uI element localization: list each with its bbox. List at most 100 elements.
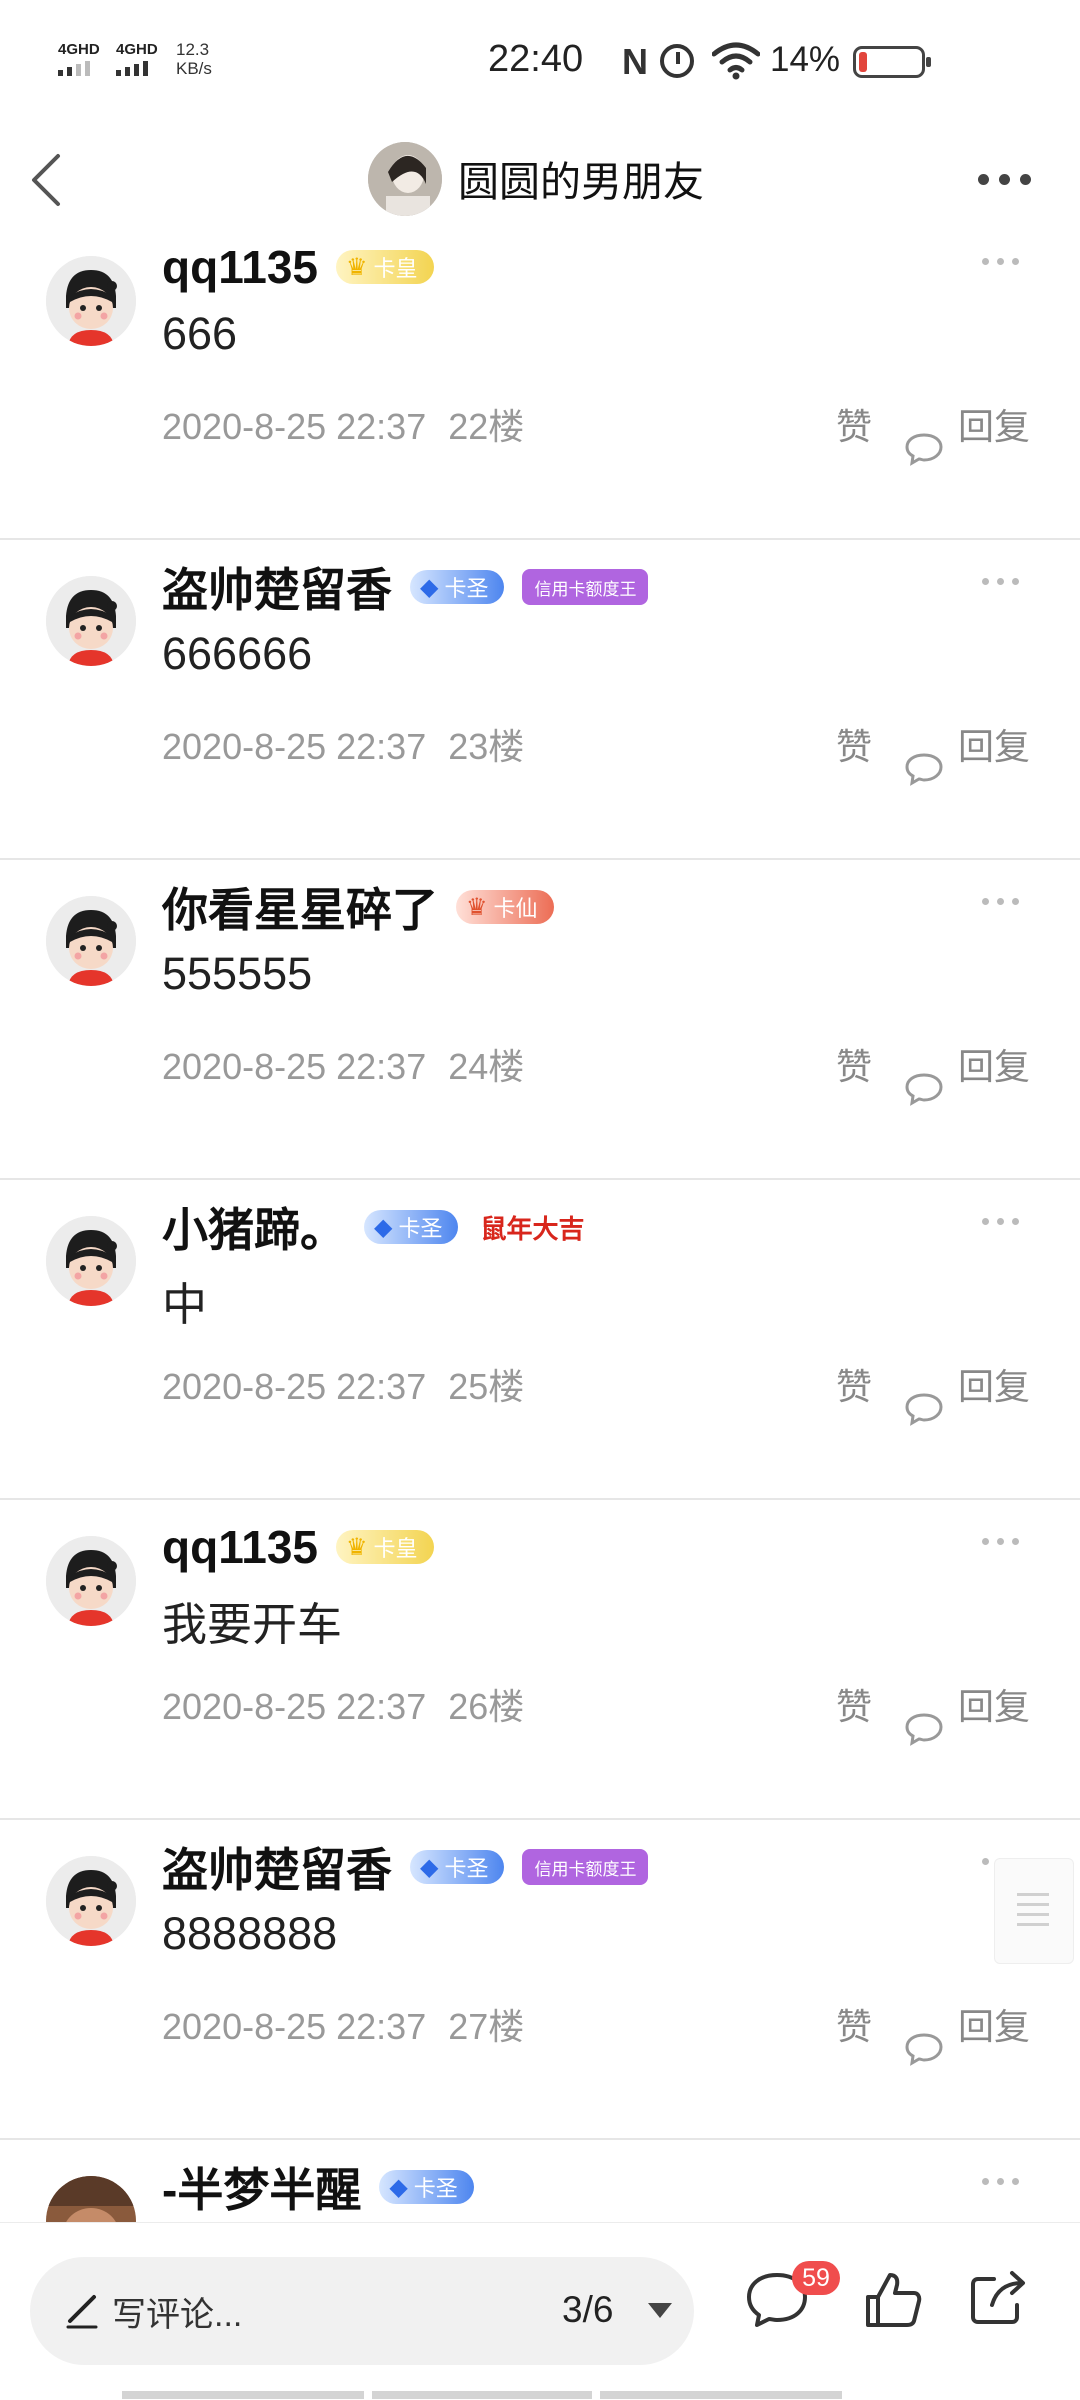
reply-button[interactable]: 回复: [958, 1678, 1030, 1730]
badge-label: 卡圣: [444, 1856, 489, 1881]
badge-label: 卡皇: [373, 256, 418, 281]
badge-label: 信用卡额度王: [534, 579, 637, 599]
badge-label: 鼠年大吉: [480, 1213, 585, 1244]
like-button[interactable]: 赞: [836, 718, 872, 770]
scroll-handle[interactable]: [994, 1858, 1074, 1964]
reply-button[interactable]: 回复: [958, 1358, 1030, 1410]
reply-bubble-icon[interactable]: [904, 1712, 944, 1746]
avatar[interactable]: [46, 896, 136, 986]
like-button[interactable]: 赞: [836, 1358, 872, 1410]
avatar[interactable]: [46, 256, 136, 346]
more-dots-icon[interactable]: [982, 1538, 1020, 1546]
like-button[interactable]: 赞: [836, 1678, 872, 1730]
badge-icon: ♛: [466, 893, 488, 921]
comment-header: 盗帅楚留香 ◆ 卡圣 信用卡额度王: [162, 1832, 649, 1902]
signal-label: 4GHD: [58, 41, 100, 58]
reply-button[interactable]: 回复: [958, 718, 1030, 770]
comment-input[interactable]: 写评论... 3/6: [30, 2257, 694, 2365]
comment-item[interactable]: qq1135 ♛ 卡皇 666 2020-8-25 22:37 22楼 赞 回复: [0, 230, 1080, 540]
comment-date: 2020-8-25 22:37: [162, 1686, 427, 1727]
reply-button[interactable]: 回复: [958, 1998, 1030, 2050]
comment-item[interactable]: 盗帅楚留香 ◆ 卡圣 信用卡额度王 8888888 2020-8-25 22:37 …: [0, 1820, 1080, 2140]
like-button[interactable]: 赞: [836, 1038, 872, 1090]
comment-item[interactable]: qq1135 ♛ 卡皇 我要开车 2020-8-25 22:37 26楼 赞 回复: [0, 1500, 1080, 1820]
share-icon[interactable]: [968, 2269, 1028, 2327]
reply-button[interactable]: 回复: [958, 398, 1030, 450]
more-dots-icon[interactable]: [982, 578, 1020, 586]
reply-bubble-icon[interactable]: [904, 1072, 944, 1106]
floor-number: 26楼: [448, 1686, 525, 1727]
avatar[interactable]: [46, 1856, 136, 1946]
network-speed-unit: KB/s: [176, 59, 212, 78]
like-button[interactable]: 赞: [836, 1998, 872, 2050]
username[interactable]: qq1135: [162, 240, 318, 294]
comment-header: -半梦半醒 ◆ 卡圣: [162, 2152, 474, 2222]
avatar[interactable]: [46, 1216, 136, 1306]
comment-meta: 2020-8-25 22:37 22楼: [162, 398, 524, 450]
comment-list: qq1135 ♛ 卡皇 666 2020-8-25 22:37 22楼 赞 回复 …: [0, 230, 1080, 2230]
thumbs-up-icon[interactable]: [862, 2269, 924, 2331]
user-badge: ◆ 卡圣: [410, 1850, 505, 1884]
reply-bubble-icon[interactable]: [904, 1392, 944, 1426]
comment-text: 中: [162, 1279, 208, 1330]
comment-text: 666: [162, 308, 238, 359]
wifi-icon: [712, 42, 760, 80]
comment-count-badge: 59: [792, 2261, 840, 2295]
comment-date: 2020-8-25 22:37: [162, 1046, 427, 1087]
badge-icon: ♛: [346, 1533, 368, 1561]
signal-sim2: 4GHD: [116, 42, 158, 76]
badge-label: 卡仙: [493, 896, 538, 921]
comment-date: 2020-8-25 22:37: [162, 726, 427, 767]
reply-bubble-icon[interactable]: [904, 752, 944, 786]
comment-item[interactable]: -半梦半醒 ◆ 卡圣: [0, 2140, 1080, 2230]
floor-number: 27楼: [448, 2006, 525, 2047]
chevron-left-icon[interactable]: [22, 150, 72, 210]
comment-text: 我要开车: [162, 1599, 343, 1650]
author-avatar[interactable]: [368, 142, 442, 216]
username[interactable]: -半梦半醒: [162, 2154, 361, 2220]
comment-date: 2020-8-25 22:37: [162, 1366, 427, 1407]
more-dots-icon[interactable]: [982, 258, 1020, 266]
user-badge: ♛ 卡仙: [456, 890, 554, 924]
user-badge: 信用卡额度王: [522, 1849, 649, 1885]
username[interactable]: 盗帅楚留香: [162, 554, 392, 620]
caret-down-icon[interactable]: [648, 2303, 672, 2318]
comment-placeholder: 写评论...: [112, 2296, 243, 2334]
badge-icon: ◆: [420, 573, 439, 601]
comment-date: 2020-8-25 22:37: [162, 406, 427, 447]
comment-item[interactable]: 你看星星碎了 ♛ 卡仙 555555 2020-8-25 22:37 24楼 赞 …: [0, 860, 1080, 1180]
comment-meta: 2020-8-25 22:37 23楼: [162, 718, 524, 770]
username[interactable]: 盗帅楚留香: [162, 1834, 392, 1900]
badge-label: 卡圣: [444, 576, 489, 601]
comment-meta: 2020-8-25 22:37 25楼: [162, 1358, 524, 1410]
badge-label: 卡圣: [398, 1216, 443, 1241]
comment-item[interactable]: 盗帅楚留香 ◆ 卡圣 信用卡额度王 666666 2020-8-25 22:37 2…: [0, 540, 1080, 860]
user-badge: 鼠年大吉: [476, 1210, 588, 1244]
reply-bubble-icon[interactable]: [904, 2032, 944, 2066]
like-button[interactable]: 赞: [836, 398, 872, 450]
post-comments-screen: 4GHD 4GHD 12.3 KB/s 22:40 N 14% 圆圆的男朋友 q…: [0, 0, 1080, 2400]
avatar[interactable]: [46, 576, 136, 666]
comment-text: 666666: [162, 628, 313, 679]
battery-icon: [853, 46, 931, 78]
page-title: 圆圆的男朋友: [458, 159, 704, 205]
reply-button[interactable]: 回复: [958, 1038, 1030, 1090]
badge-icon: ◆: [389, 2173, 408, 2201]
more-dots-icon[interactable]: [982, 2178, 1020, 2186]
username[interactable]: 你看星星碎了: [162, 874, 438, 940]
user-badge: 信用卡额度王: [522, 569, 649, 605]
comment-meta: 2020-8-25 22:37 26楼: [162, 1678, 524, 1730]
comment-text: 555555: [162, 948, 313, 999]
username[interactable]: qq1135: [162, 1520, 318, 1574]
more-dots-icon[interactable]: [978, 174, 1032, 186]
battery-percent: 14%: [770, 40, 841, 79]
more-dots-icon[interactable]: [982, 1218, 1020, 1226]
floor-number: 22楼: [448, 406, 525, 447]
comment-item[interactable]: 小猪蹄。 ◆ 卡圣 鼠年大吉 中 2020-8-25 22:37 25楼 赞 回复: [0, 1180, 1080, 1500]
username[interactable]: 小猪蹄。: [162, 1194, 346, 1260]
reply-bubble-icon[interactable]: [904, 432, 944, 466]
user-badge: ◆ 卡圣: [410, 570, 505, 604]
more-dots-icon[interactable]: [982, 898, 1020, 906]
avatar[interactable]: [46, 1536, 136, 1626]
page-indicator[interactable]: 3/6: [562, 2289, 613, 2331]
